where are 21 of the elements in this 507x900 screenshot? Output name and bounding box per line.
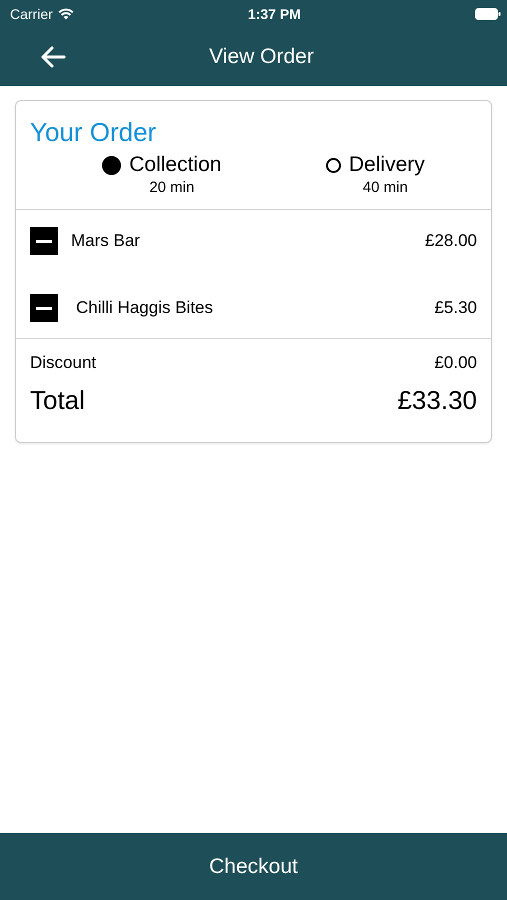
clock-time: 1:37 PM — [248, 6, 301, 22]
discount-value: £0.00 — [434, 353, 477, 373]
delivery-option[interactable]: Collection 20 min — [102, 153, 222, 196]
remove-item-button[interactable] — [30, 294, 58, 322]
item-name: Chilli Haggis Bites — [76, 298, 213, 318]
discount-label: Discount — [30, 353, 96, 373]
item-price: £28.00 — [425, 231, 477, 251]
back-arrow-icon — [40, 46, 66, 68]
item-name: Mars Bar — [71, 231, 140, 251]
carrier-label: Carrier — [10, 6, 53, 22]
delivery-option[interactable]: Delivery 40 min — [326, 153, 425, 196]
wifi-icon — [58, 8, 74, 20]
order-title: Your Order — [30, 117, 158, 147]
battery-icon — [474, 8, 501, 20]
item-price: £5.30 — [434, 298, 477, 318]
checkout-button[interactable]: Checkout — [0, 833, 507, 900]
total-label: Total — [30, 385, 85, 416]
remove-item-button[interactable] — [30, 227, 58, 255]
back-button[interactable] — [40, 46, 66, 68]
screen-title: View Order — [209, 45, 314, 69]
total-value: £33.30 — [397, 385, 477, 416]
